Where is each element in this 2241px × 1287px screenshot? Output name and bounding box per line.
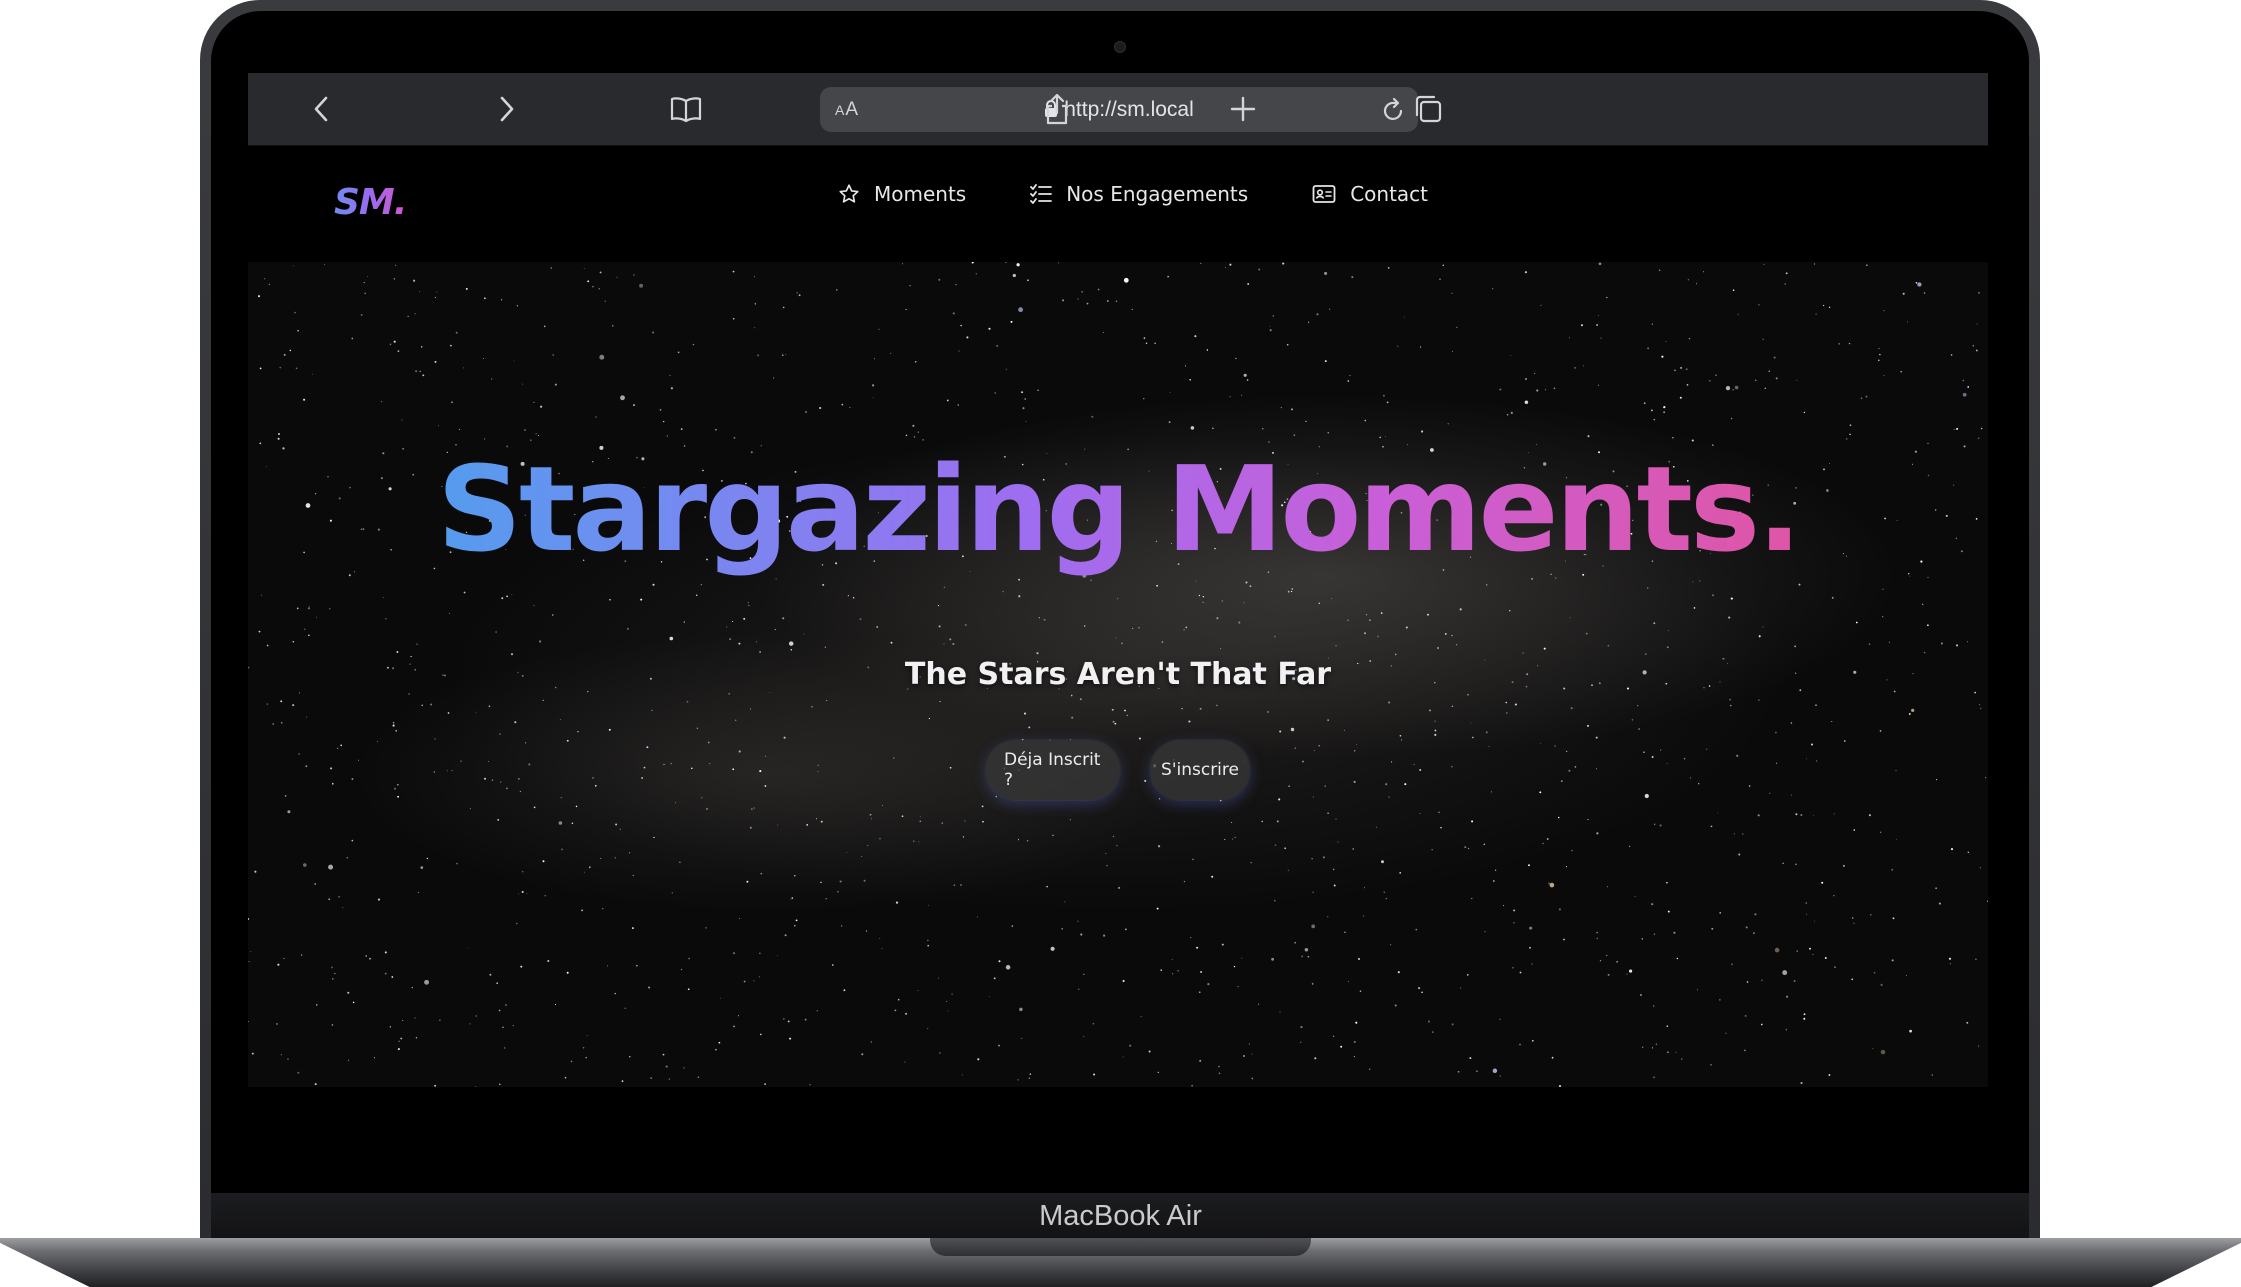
star-icon bbox=[838, 183, 860, 205]
screen-bottom bbox=[248, 1087, 1988, 1092]
nav-item-label: Contact bbox=[1350, 182, 1428, 206]
bookmarks-icon[interactable] bbox=[664, 87, 708, 131]
nav-item-moments[interactable]: Moments bbox=[838, 182, 966, 206]
back-icon[interactable] bbox=[299, 87, 343, 131]
tabs-icon[interactable] bbox=[1406, 87, 1450, 131]
already-registered-button[interactable]: Déja Inscrit ? bbox=[986, 740, 1120, 800]
hero-title: Stargazing Moments. bbox=[248, 440, 1988, 578]
main-nav: Moments Nos Engagements Contact bbox=[248, 182, 1988, 206]
hero-section: Stargazing Moments. The Stars Aren't Tha… bbox=[248, 262, 1988, 1087]
nav-item-engagements[interactable]: Nos Engagements bbox=[1030, 182, 1248, 206]
laptop-notch bbox=[930, 1238, 1311, 1256]
reload-icon[interactable] bbox=[1380, 96, 1408, 124]
register-button[interactable]: S'inscrire bbox=[1150, 740, 1250, 800]
browser-toolbar: AA http://sm.local bbox=[248, 73, 1988, 146]
address-bar[interactable]: AA http://sm.local bbox=[820, 87, 1418, 132]
contact-card-icon bbox=[1312, 184, 1336, 204]
url-text[interactable]: http://sm.local bbox=[820, 98, 1418, 124]
nav-item-label: Nos Engagements bbox=[1066, 182, 1249, 206]
new-tab-icon[interactable] bbox=[1221, 87, 1265, 131]
device-label: MacBook Air bbox=[1039, 1200, 1202, 1232]
site-header: SM. Moments Nos Engagements Contact bbox=[248, 146, 1988, 262]
checklist-icon bbox=[1030, 184, 1053, 204]
nav-item-label: Moments bbox=[874, 182, 967, 206]
share-icon[interactable] bbox=[1035, 87, 1079, 131]
hero-subtitle: The Stars Aren't That Far bbox=[904, 657, 1332, 692]
camera-icon bbox=[1114, 41, 1126, 53]
hero-buttons: Déja Inscrit ? S'inscrire bbox=[248, 740, 1988, 800]
forward-icon[interactable] bbox=[485, 87, 529, 131]
nav-item-contact[interactable]: Contact bbox=[1312, 182, 1428, 206]
screen: AA http://sm.local SM. Moments Nos Engag… bbox=[248, 73, 1988, 1092]
